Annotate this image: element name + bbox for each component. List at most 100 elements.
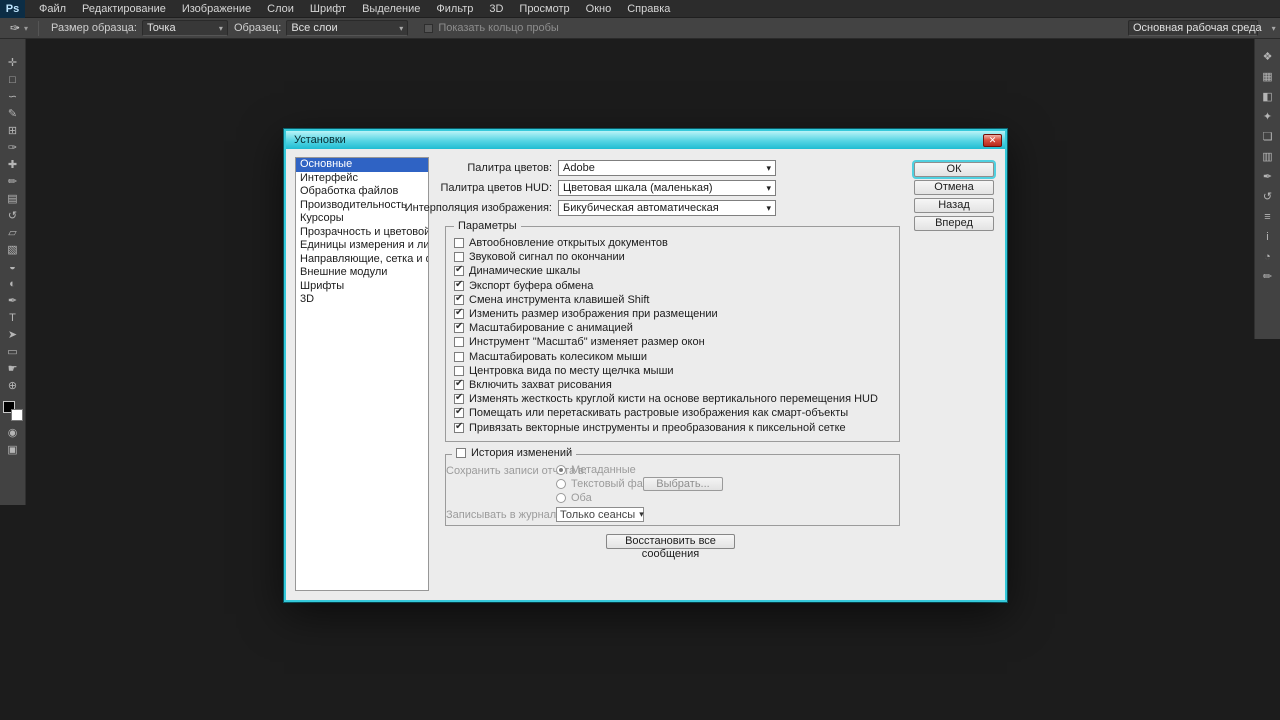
info-panel-icon[interactable]: i bbox=[1258, 229, 1278, 245]
checkbox-dynamic-sliders[interactable] bbox=[454, 266, 464, 276]
screen-mode-icon[interactable]: ▣ bbox=[2, 442, 24, 459]
menu-help[interactable]: Справка bbox=[619, 0, 678, 17]
image-interpolation-select[interactable]: Бикубическая автоматическая bbox=[558, 200, 776, 216]
blur-tool-icon[interactable]: ◒ bbox=[2, 259, 24, 276]
color-panel-icon[interactable]: ❖ bbox=[1258, 49, 1278, 65]
zoom-tool-icon[interactable]: ⊕ bbox=[2, 378, 24, 395]
channels-panel-icon[interactable]: ▥ bbox=[1258, 149, 1278, 165]
option-row-dynamic-sliders[interactable]: Динамические шкалы bbox=[446, 264, 899, 278]
checkbox-animated-zoom[interactable] bbox=[454, 323, 464, 333]
brush-panel-icon[interactable]: ✏ bbox=[1258, 269, 1278, 285]
checkbox-zoom-clicked-point[interactable] bbox=[454, 366, 464, 376]
eyedropper-tool-icon[interactable]: ✑ bbox=[2, 140, 24, 157]
navigator-panel-icon[interactable]: ◔ bbox=[1258, 249, 1278, 265]
eyedropper-icon[interactable]: ✑ bbox=[6, 21, 24, 35]
option-row-beep-when-done[interactable]: Звуковой сигнал по окончании bbox=[446, 250, 899, 264]
adjustments-panel-icon[interactable]: ◧ bbox=[1258, 89, 1278, 105]
sidebar-item-transparency-gamut[interactable]: Прозрачность и цветовой охват bbox=[296, 226, 428, 240]
sample-select[interactable]: Все слои bbox=[286, 20, 408, 36]
history-panel-icon[interactable]: ↺ bbox=[1258, 189, 1278, 205]
quick-selection-tool-icon[interactable]: ✎ bbox=[2, 106, 24, 123]
menu-select[interactable]: Выделение bbox=[354, 0, 428, 17]
next-button[interactable]: Вперед bbox=[914, 216, 994, 231]
checkbox-snap-vector-tools[interactable] bbox=[454, 423, 464, 433]
move-tool-icon[interactable]: ✛ bbox=[2, 55, 24, 72]
checkbox-auto-update[interactable] bbox=[454, 238, 464, 248]
healing-brush-tool-icon[interactable]: ✚ bbox=[2, 157, 24, 174]
menu-image[interactable]: Изображение bbox=[174, 0, 259, 17]
background-color-swatch[interactable] bbox=[11, 409, 23, 421]
menu-layers[interactable]: Слои bbox=[259, 0, 302, 17]
hud-color-picker-select[interactable]: Цветовая шкала (маленькая) bbox=[558, 180, 776, 196]
checkbox-flick-panning[interactable] bbox=[454, 380, 464, 390]
eraser-tool-icon[interactable]: ▱ bbox=[2, 225, 24, 242]
close-icon[interactable]: ✕ bbox=[983, 134, 1002, 147]
option-row-auto-update[interactable]: Автообновление открытых документов bbox=[446, 236, 899, 250]
checkbox-export-clipboard[interactable] bbox=[454, 281, 464, 291]
checkbox-shift-tool-switch[interactable] bbox=[454, 295, 464, 305]
ok-button[interactable]: ОК bbox=[914, 162, 994, 177]
clone-stamp-tool-icon[interactable]: ▤ bbox=[2, 191, 24, 208]
brush-tool-icon[interactable]: ✏ bbox=[2, 174, 24, 191]
properties-panel-icon[interactable]: ≡ bbox=[1258, 209, 1278, 225]
lasso-tool-icon[interactable]: ∽ bbox=[2, 89, 24, 106]
menu-view[interactable]: Просмотр bbox=[511, 0, 577, 17]
checkbox-zoom-with-wheel[interactable] bbox=[454, 352, 464, 362]
option-row-resize-on-place[interactable]: Изменить размер изображения при размещен… bbox=[446, 307, 899, 321]
path-selection-tool-icon[interactable]: ➤ bbox=[2, 327, 24, 344]
option-row-export-clipboard[interactable]: Экспорт буфера обмена bbox=[446, 279, 899, 293]
sidebar-item-3d[interactable]: 3D bbox=[296, 293, 428, 307]
option-row-flick-panning[interactable]: Включить захват рисования bbox=[446, 378, 899, 392]
workspace-select[interactable]: Основная рабочая среда bbox=[1128, 20, 1258, 36]
checkbox-place-as-smart-objects[interactable] bbox=[454, 408, 464, 418]
radio-both bbox=[556, 493, 566, 503]
sample-size-label: Размер образца: bbox=[51, 22, 137, 34]
quick-mask-icon[interactable]: ◉ bbox=[2, 425, 24, 442]
dodge-tool-icon[interactable]: ◐ bbox=[2, 276, 24, 293]
option-row-snap-vector-tools[interactable]: Привязать векторные инструменты и преобр… bbox=[446, 420, 899, 434]
menu-type[interactable]: Шрифт bbox=[302, 0, 354, 17]
dialog-titlebar[interactable]: Установки ✕ bbox=[286, 131, 1005, 149]
sample-size-select[interactable]: Точка bbox=[142, 20, 228, 36]
hand-tool-icon[interactable]: ☛ bbox=[2, 361, 24, 378]
swatches-panel-icon[interactable]: ▦ bbox=[1258, 69, 1278, 85]
menu-file[interactable]: Файл bbox=[31, 0, 74, 17]
history-brush-tool-icon[interactable]: ↺ bbox=[2, 208, 24, 225]
layers-panel-icon[interactable]: ❏ bbox=[1258, 129, 1278, 145]
crop-tool-icon[interactable]: ⊞ bbox=[2, 123, 24, 140]
option-row-zoom-with-wheel[interactable]: Масштабировать колесиком мыши bbox=[446, 350, 899, 364]
checkbox-zoom-resizes-windows[interactable] bbox=[454, 337, 464, 347]
cancel-button[interactable]: Отмена bbox=[914, 180, 994, 195]
sidebar-item-units-rulers[interactable]: Единицы измерения и линейки bbox=[296, 239, 428, 253]
history-log-title[interactable]: История изменений bbox=[452, 447, 576, 459]
option-row-place-as-smart-objects[interactable]: Помещать или перетаскивать растровые изо… bbox=[446, 406, 899, 420]
pen-tool-icon[interactable]: ✒ bbox=[2, 293, 24, 310]
reset-all-warnings-button[interactable]: Восстановить все сообщения bbox=[606, 534, 735, 549]
checkbox-beep-when-done[interactable] bbox=[454, 252, 464, 262]
checkbox-vary-hardness-hud[interactable] bbox=[454, 394, 464, 404]
menu-edit[interactable]: Редактирование bbox=[74, 0, 174, 17]
styles-panel-icon[interactable]: ✦ bbox=[1258, 109, 1278, 125]
option-row-animated-zoom[interactable]: Масштабирование с анимацией bbox=[446, 321, 899, 335]
chevron-down-icon[interactable]: ▾ bbox=[24, 24, 28, 33]
option-row-zoom-resizes-windows[interactable]: Инструмент "Масштаб" изменяет размер око… bbox=[446, 335, 899, 349]
rectangular-marquee-tool-icon[interactable]: □ bbox=[2, 72, 24, 89]
menu-filter[interactable]: Фильтр bbox=[428, 0, 481, 17]
checkbox-resize-on-place[interactable] bbox=[454, 309, 464, 319]
rectangle-tool-icon[interactable]: ▭ bbox=[2, 344, 24, 361]
type-tool-icon[interactable]: T bbox=[2, 310, 24, 327]
sidebar-item-plugins[interactable]: Внешние модули bbox=[296, 266, 428, 280]
menu-3d[interactable]: 3D bbox=[481, 0, 511, 17]
paths-panel-icon[interactable]: ✒ bbox=[1258, 169, 1278, 185]
divider bbox=[38, 21, 39, 36]
prev-button[interactable]: Назад bbox=[914, 198, 994, 213]
menu-window[interactable]: Окно bbox=[578, 0, 620, 17]
color-picker-select[interactable]: Adobe bbox=[558, 160, 776, 176]
option-row-vary-hardness-hud[interactable]: Изменять жесткость круглой кисти на осно… bbox=[446, 392, 899, 406]
gradient-tool-icon[interactable]: ▧ bbox=[2, 242, 24, 259]
checkbox-history-log[interactable] bbox=[456, 448, 466, 458]
option-row-zoom-clicked-point[interactable]: Центровка вида по месту щелчка мыши bbox=[446, 364, 899, 378]
sidebar-item-type[interactable]: Шрифты bbox=[296, 280, 428, 294]
sidebar-item-guides-grid-slices[interactable]: Направляющие, сетка и фрагменты bbox=[296, 253, 428, 267]
option-row-shift-tool-switch[interactable]: Смена инструмента клавишей Shift bbox=[446, 293, 899, 307]
